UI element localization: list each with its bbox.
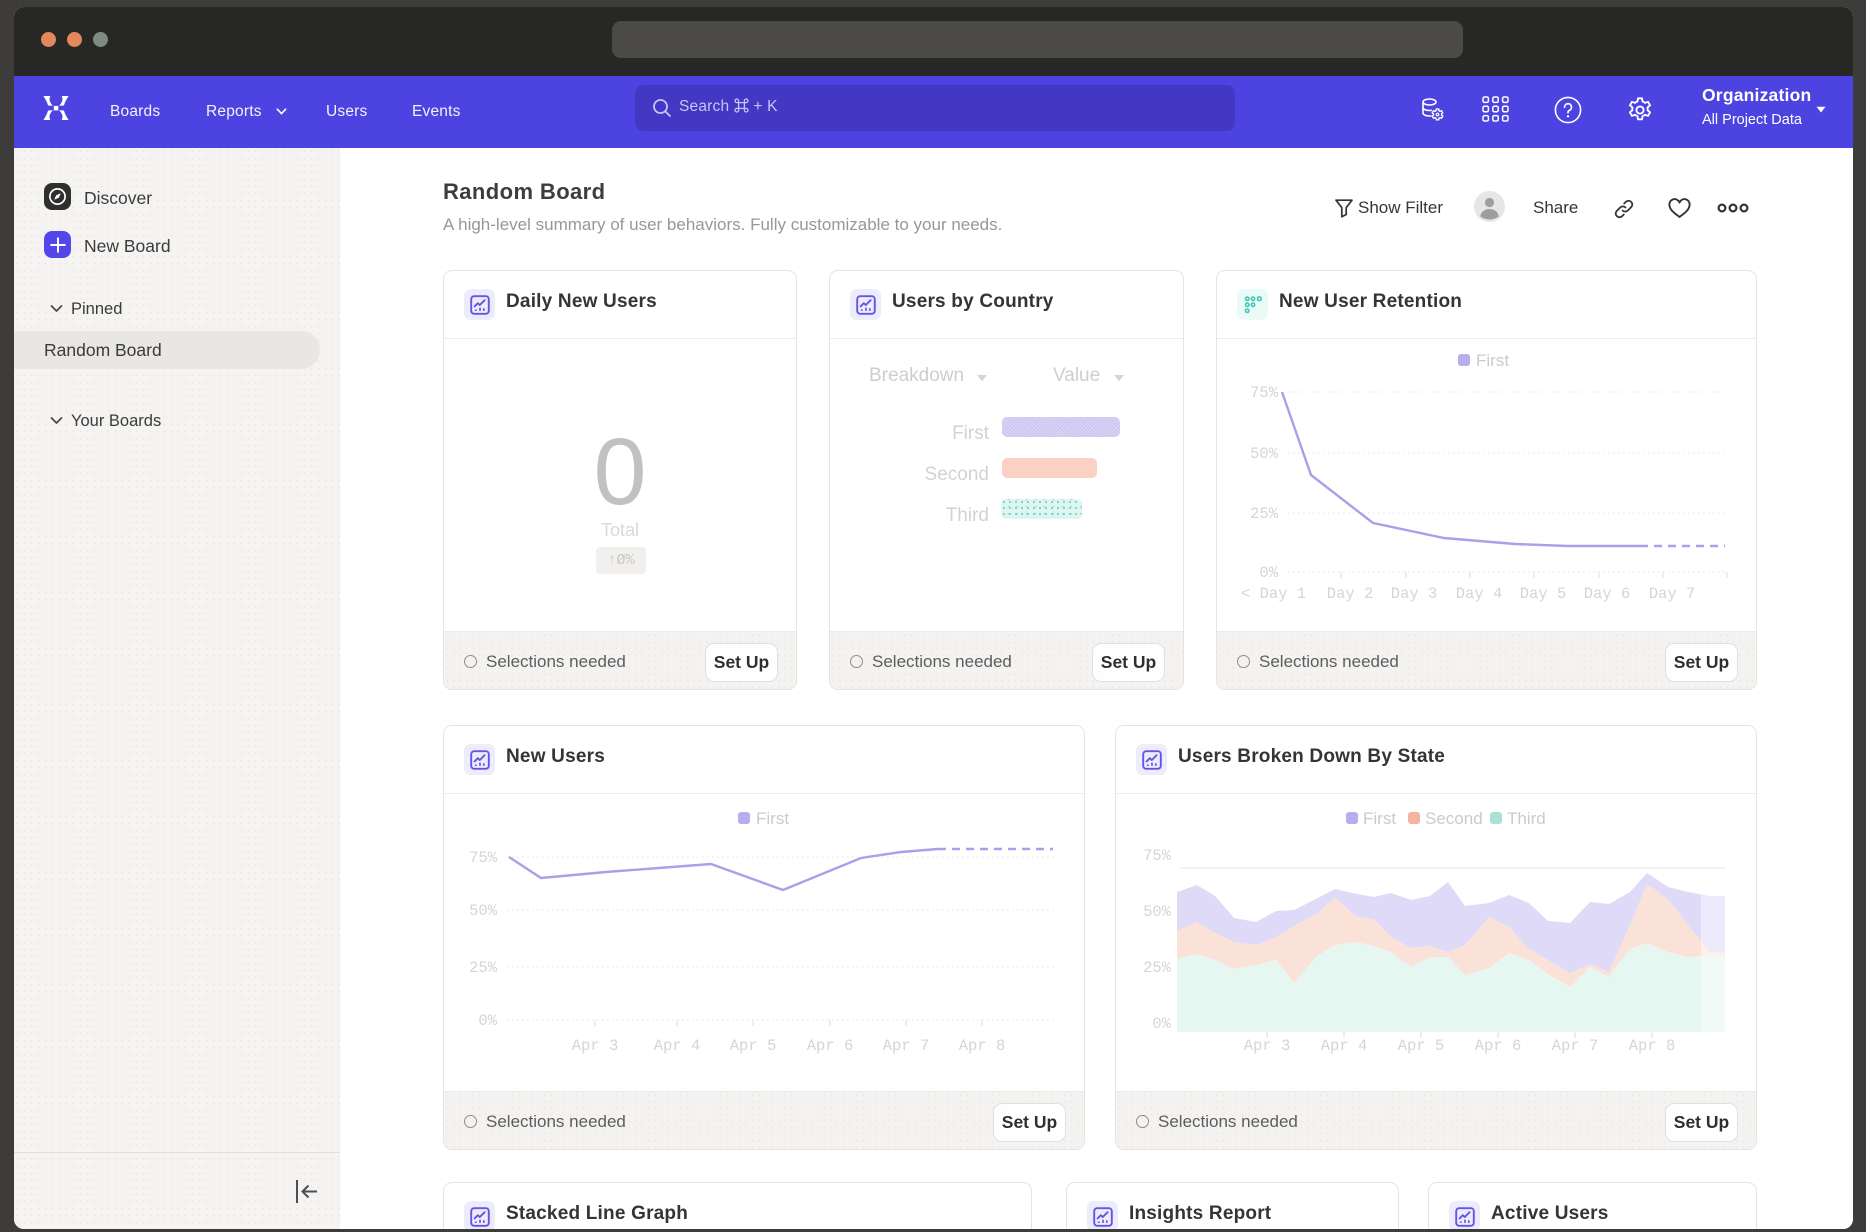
- svg-text:0%: 0%: [1152, 1015, 1171, 1033]
- svg-text:< Day 1: < Day 1: [1241, 585, 1306, 603]
- svg-text:First: First: [756, 809, 789, 828]
- svg-text:75%: 75%: [1250, 384, 1279, 402]
- svg-text:75%: 75%: [469, 849, 498, 867]
- svg-text:First: First: [1363, 809, 1396, 828]
- svg-text:Apr 8: Apr 8: [1629, 1037, 1676, 1055]
- svg-text:Day 2: Day 2: [1327, 585, 1374, 603]
- svg-text:25%: 25%: [1250, 505, 1279, 523]
- svg-text:Apr 7: Apr 7: [883, 1037, 930, 1055]
- svg-text:50%: 50%: [1250, 445, 1279, 463]
- svg-text:First: First: [1476, 351, 1509, 370]
- svg-text:Apr 5: Apr 5: [1398, 1037, 1445, 1055]
- svg-text:25%: 25%: [469, 959, 498, 977]
- svg-text:Day 5: Day 5: [1520, 585, 1567, 603]
- svg-text:Apr 7: Apr 7: [1552, 1037, 1599, 1055]
- svg-text:0%: 0%: [478, 1012, 497, 1030]
- svg-text:0%: 0%: [1259, 564, 1278, 582]
- svg-text:Apr 6: Apr 6: [1475, 1037, 1522, 1055]
- svg-text:Apr 5: Apr 5: [730, 1037, 777, 1055]
- svg-text:Day 4: Day 4: [1456, 585, 1503, 603]
- svg-text:Day 6: Day 6: [1584, 585, 1631, 603]
- svg-text:Apr 3: Apr 3: [1244, 1037, 1291, 1055]
- svg-text:Apr 4: Apr 4: [1321, 1037, 1368, 1055]
- svg-text:Third: Third: [1507, 809, 1546, 828]
- svg-text:50%: 50%: [1143, 903, 1172, 921]
- svg-text:Second: Second: [1425, 809, 1483, 828]
- svg-text:50%: 50%: [469, 902, 498, 920]
- svg-text:Day 7: Day 7: [1649, 585, 1696, 603]
- svg-text:Apr 4: Apr 4: [654, 1037, 701, 1055]
- svg-text:Apr 8: Apr 8: [959, 1037, 1006, 1055]
- svg-text:Day 3: Day 3: [1391, 585, 1438, 603]
- svg-text:75%: 75%: [1143, 847, 1172, 865]
- svg-text:Apr 3: Apr 3: [572, 1037, 619, 1055]
- svg-text:Apr 6: Apr 6: [807, 1037, 854, 1055]
- svg-text:25%: 25%: [1143, 959, 1172, 977]
